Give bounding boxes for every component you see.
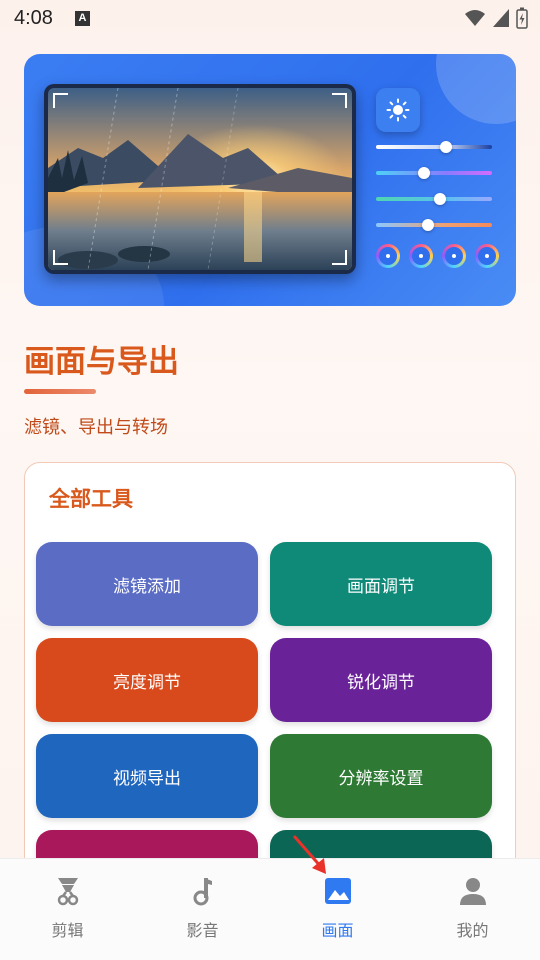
sharpen-adjust-button[interactable]: 锐化调节: [270, 638, 492, 722]
tool-label: 滤镜添加: [113, 576, 181, 597]
nav-label: 我的: [456, 921, 489, 940]
slider-2: [376, 167, 492, 179]
person-icon: [457, 875, 489, 907]
wifi-icon: [465, 10, 485, 26]
slider-1: [376, 141, 492, 153]
battery-icon: [516, 7, 528, 29]
tools-title: 全部工具: [49, 487, 133, 511]
status-bar: 4:08 A: [0, 0, 540, 36]
nav-item-media[interactable]: 影音: [135, 859, 270, 960]
color-dial: [409, 244, 433, 268]
clip-icon: [52, 875, 84, 907]
photo-preview: [44, 84, 356, 274]
banner-glow: [436, 54, 516, 124]
music-note-icon: [187, 875, 219, 907]
notification-icon: A: [74, 10, 90, 26]
hero-banner: [24, 54, 516, 306]
color-dial: [442, 244, 466, 268]
tool-label: 画面调节: [347, 576, 415, 597]
landscape-image: [48, 88, 352, 270]
nav-item-clip[interactable]: 剪辑: [0, 859, 135, 960]
page-subtitle: 滤镜、导出与转场: [24, 417, 168, 438]
brightness-adjust-button[interactable]: 亮度调节: [36, 638, 258, 722]
color-dials: [376, 244, 499, 268]
slider-3: [376, 193, 492, 205]
nav-label: 剪辑: [51, 921, 84, 940]
page-title: 画面与导出: [24, 344, 179, 380]
nav-label: 影音: [186, 921, 219, 940]
color-dial: [475, 244, 499, 268]
tool-label: 视频导出: [113, 768, 181, 789]
status-time: 4:08: [14, 6, 53, 29]
bottom-nav: 剪辑 影音 画面 我的: [0, 858, 540, 960]
filter-add-button[interactable]: 滤镜添加: [36, 542, 258, 626]
picture-adjust-button[interactable]: 画面调节: [270, 542, 492, 626]
title-underline: [24, 389, 96, 394]
nav-item-profile[interactable]: 我的: [405, 859, 540, 960]
tool-label: 分辨率设置: [338, 768, 424, 789]
tool-label: 亮度调节: [113, 672, 181, 693]
resolution-settings-button[interactable]: 分辨率设置: [270, 734, 492, 818]
nav-label: 画面: [321, 921, 354, 940]
brightness-button: [376, 88, 420, 132]
slider-4: [376, 219, 492, 231]
video-export-button[interactable]: 视频导出: [36, 734, 258, 818]
signal-icon: [493, 9, 509, 27]
tool-label: 锐化调节: [347, 672, 415, 693]
sun-icon: [386, 98, 410, 122]
pointer-arrow-icon: [292, 835, 326, 874]
status-indicators: [464, 7, 528, 29]
color-dial: [376, 244, 400, 268]
